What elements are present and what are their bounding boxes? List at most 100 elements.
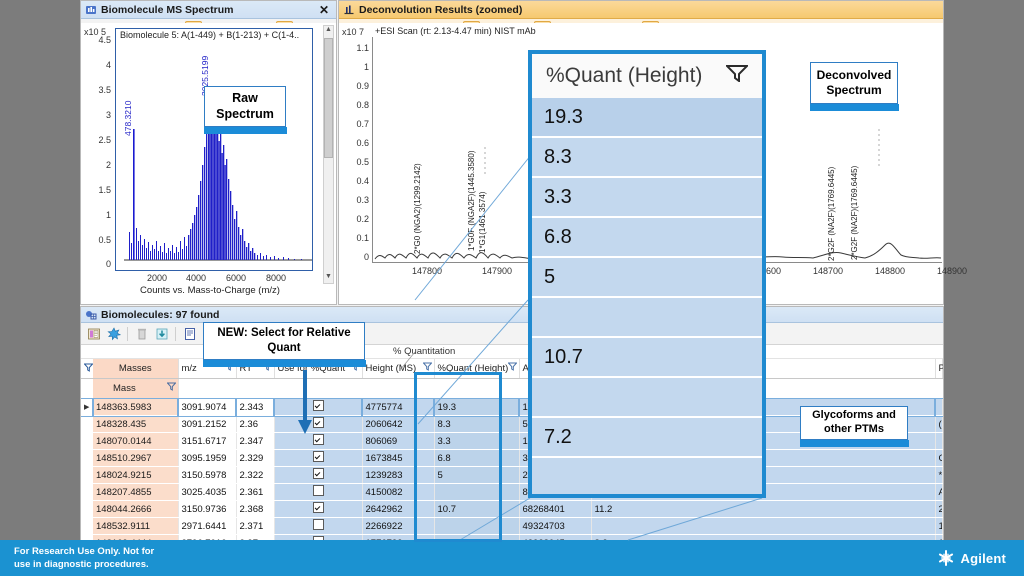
cell-rt[interactable]: 2.361	[236, 483, 275, 501]
quant-height-popup-row[interactable]: 7.2	[532, 418, 762, 458]
raw-spectrum-plot[interactable]: Biomolecule 5: A(1-449) + B(1-213) + C(1…	[115, 28, 313, 271]
use-for-quant-checkbox[interactable]	[312, 451, 324, 462]
cell-pred-mods[interactable]: *pyroGlu (Q)(-17.0306)	[935, 466, 943, 484]
use-for-quant-checkbox[interactable]	[312, 485, 324, 496]
cell-quant-height[interactable]: 19.3	[433, 397, 520, 417]
col-header-mass[interactable]: Mass	[93, 378, 179, 399]
table-row[interactable]: 148207.48553025.40352.361415008286430A2F…	[81, 483, 943, 501]
row-marker[interactable]	[81, 432, 93, 450]
cell-use-for-quant[interactable]	[274, 415, 363, 433]
use-for-quant-checkbox[interactable]	[312, 417, 324, 428]
cell-height-ms[interactable]: 2642962	[362, 500, 435, 518]
export-rows-icon[interactable]	[153, 325, 170, 342]
cell-quant-height[interactable]: 3.3	[434, 432, 520, 450]
cell-pred-mods[interactable]	[934, 397, 943, 417]
col-header-pred-mods[interactable]: Pred Mods	[935, 359, 943, 379]
use-for-quant-checkbox[interactable]	[312, 434, 324, 445]
col-header-height-ms[interactable]: Height (MS)	[362, 359, 435, 379]
scroll-up-arrow-icon[interactable]: ▲	[324, 26, 333, 36]
cell-rt[interactable]: 2.368	[236, 500, 275, 518]
filter-icon[interactable]	[165, 382, 177, 394]
quant-height-popup-row[interactable]: 3.3	[532, 178, 762, 218]
cell-area[interactable]: 68268401	[519, 500, 592, 518]
quant-height-popup-row[interactable]: 19.3	[532, 98, 762, 138]
close-icon[interactable]: ✕	[316, 3, 332, 17]
cell-mass[interactable]: 148328.435	[93, 415, 179, 433]
cell-quant-height[interactable]: 10.7	[434, 500, 520, 518]
cell-mass[interactable]: 148070.0144	[93, 432, 179, 450]
edit-notes-icon[interactable]	[181, 325, 198, 342]
cell-mass[interactable]: 148024.9215	[93, 466, 179, 484]
cell-pred-mods[interactable]	[935, 432, 943, 450]
cell-use-for-quant[interactable]	[274, 483, 363, 501]
cell-use-for-quant[interactable]	[274, 466, 363, 484]
cell-pred-mods[interactable]: G1F(1607.5013) + 1*pyroGlu (Q)(-17.0306)	[935, 449, 943, 467]
cell-use-for-quant[interactable]	[274, 500, 363, 518]
cell-rt[interactable]: 2.347	[236, 432, 275, 450]
cell-use-for-quant[interactable]	[274, 432, 363, 450]
table-row[interactable]: 148024.92153150.59782.3221239283522716*p…	[81, 466, 943, 484]
cell-area[interactable]: 49324703	[519, 517, 592, 535]
row-marker[interactable]	[81, 415, 93, 433]
cell-mz[interactable]: 3151.6717	[178, 432, 237, 450]
cell-mz[interactable]: 3025.4035	[178, 483, 237, 501]
row-marker[interactable]	[81, 483, 93, 501]
table-row[interactable]: 148510.29673095.19592.32916738456.834549…	[81, 449, 943, 467]
cell-mass[interactable]: 148363.5983	[92, 397, 179, 417]
biomolecules-table[interactable]: Masses m/z RT Use for %Quant Height (MS)…	[81, 359, 943, 547]
cell-pred-mods[interactable]: A2F)(1445.3580)	[935, 483, 943, 501]
col-header-quant-height[interactable]: %Quant (Height)	[434, 359, 520, 379]
cell-rt[interactable]: 2.343	[235, 397, 275, 417]
cell-mz[interactable]: 3091.9074	[177, 397, 237, 417]
use-for-quant-checkbox[interactable]	[312, 400, 324, 411]
filter-icon[interactable]	[421, 362, 433, 374]
quant-height-popup-row[interactable]: 6.8	[532, 218, 762, 258]
cell-height-ms[interactable]: 1673845	[362, 449, 435, 467]
quant-height-popup-row[interactable]	[532, 378, 762, 418]
quant-height-popup-row[interactable]	[532, 298, 762, 338]
cell-pred-mods[interactable]: 2*G0F (NGA2F)(1445.3580)	[935, 500, 943, 518]
spectrum-vertical-scrollbar[interactable]: ▲ ▼	[323, 25, 334, 284]
cell-rt[interactable]: 2.329	[236, 449, 275, 467]
filter-icon[interactable]	[506, 362, 518, 374]
cell-height-ms[interactable]: 2266922	[362, 517, 435, 535]
cell-rt[interactable]: 2.322	[236, 466, 275, 484]
scroll-down-arrow-icon[interactable]: ▼	[324, 273, 333, 283]
cell-rt[interactable]: 2.371	[236, 517, 275, 535]
cell-quant-area[interactable]: 11.2	[591, 500, 936, 518]
cell-use-for-quant[interactable]	[274, 449, 363, 467]
cell-height-ms[interactable]: 4775774	[361, 397, 435, 417]
row-marker[interactable]	[81, 500, 93, 518]
cell-pred-mods[interactable]: 1*G2F (NA2F)(1769.6445) + 1*G1F(1607.501…	[935, 517, 943, 535]
quant-height-popup-row[interactable]: 5	[532, 258, 762, 298]
quant-height-popup-row[interactable]: 10.7	[532, 338, 762, 378]
cell-height-ms[interactable]: 1239283	[362, 466, 435, 484]
row-marker[interactable]	[81, 449, 93, 467]
cell-height-ms[interactable]: 2060642	[362, 415, 435, 433]
cell-mz[interactable]: 3095.1959	[178, 449, 237, 467]
cell-mass[interactable]: 148207.4855	[93, 483, 179, 501]
cell-quant-area[interactable]	[591, 517, 936, 535]
cell-mass[interactable]: 148510.2967	[93, 449, 179, 467]
cell-quant-height[interactable]: 6.8	[434, 449, 520, 467]
cell-mz[interactable]: 2971.6441	[178, 517, 237, 535]
cell-mz[interactable]: 3150.9736	[178, 500, 237, 518]
delete-row-icon[interactable]	[133, 325, 150, 342]
cell-height-ms[interactable]: 806069	[362, 432, 435, 450]
cell-mass[interactable]: 148532.9111	[93, 517, 179, 535]
quant-height-popup[interactable]: %Quant (Height) 19.3 8.3 3.3 6.8 5 10.7 7.2	[528, 50, 766, 498]
cell-mz[interactable]: 3091.2152	[178, 415, 237, 433]
table-row[interactable]: 148044.2666 3150.9736 2.368 2642962 10.7 6826…	[81, 500, 943, 518]
cell-use-for-quant[interactable]	[274, 517, 363, 535]
use-for-quant-checkbox[interactable]	[312, 502, 324, 513]
filter-all-header[interactable]	[81, 359, 94, 379]
quant-height-popup-row[interactable]: 8.3	[532, 138, 762, 178]
edit-table-icon[interactable]	[85, 325, 102, 342]
configure-columns-icon[interactable]	[105, 325, 122, 342]
row-marker[interactable]	[81, 466, 93, 484]
cell-mass[interactable]: 148044.2666	[93, 500, 179, 518]
cell-rt[interactable]: 2.36	[236, 415, 275, 433]
use-for-quant-checkbox[interactable]	[312, 468, 324, 479]
use-for-quant-checkbox[interactable]	[312, 519, 324, 530]
table-row[interactable]: 148532.9111 2971.6441 2.371 2266922 49324703…	[81, 517, 943, 535]
